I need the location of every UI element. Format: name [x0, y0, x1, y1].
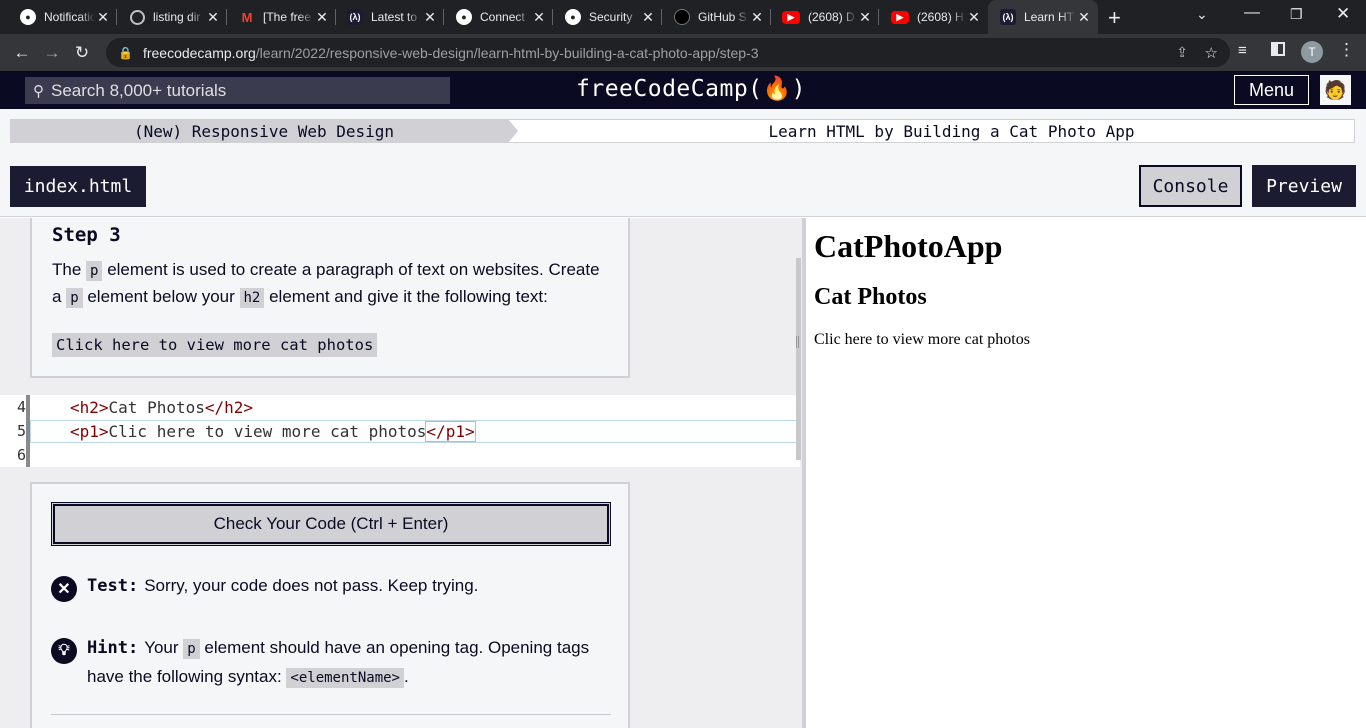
close-icon[interactable]: ✕: [966, 9, 982, 26]
browser-tab[interactable]: ● Notifications ✕: [0, 0, 117, 34]
preview-heading-2: Cat Photos: [814, 284, 927, 310]
file-tab-index-html[interactable]: index.html: [10, 166, 146, 207]
code-line-current[interactable]: <p1>Clic here to view more cat photos</p…: [70, 421, 476, 442]
share-icon[interactable]: ⇪: [1176, 44, 1188, 61]
fcc-logo[interactable]: freeCodeCamp(🔥): [576, 75, 806, 102]
step-description-line-2: a p element below your h2 element and gi…: [52, 287, 548, 308]
test-result: Test: Sorry, your code does not pass. Kee…: [87, 576, 479, 596]
tab-title: GitHub S: [698, 10, 747, 24]
tab-title: Learn HT: [1024, 10, 1075, 24]
url-path: /learn/2022/responsive-web-design/learn-…: [255, 44, 759, 61]
breadcrumb-superblock[interactable]: (New) Responsive Web Design: [10, 119, 518, 143]
line-number: 5: [16, 422, 26, 440]
breadcrumb-superblock-label: (New) Responsive Web Design: [133, 121, 395, 141]
breadcrumb-block-label: Learn HTML by Building a Cat Photo App: [768, 121, 1135, 141]
close-icon[interactable]: ✕: [95, 9, 111, 26]
editor-pane: Step 3 The p element is used to create a…: [0, 218, 802, 728]
line-number: 6: [16, 446, 26, 464]
tab-search-icon[interactable]: ⌄: [1196, 6, 1208, 23]
code-editor[interactable]: 4 5 6 <h2>Cat Photos</h2> <p1>Clic here …: [0, 395, 800, 467]
preview-button[interactable]: Preview: [1252, 165, 1356, 207]
fcc-navbar: ⚲ Search 8,000+ tutorials freeCodeCamp(🔥…: [0, 71, 1366, 109]
url-host: freecodecamp.org: [142, 44, 256, 61]
preview-paragraph: Clic here to view more cat photos: [814, 331, 1030, 348]
step-code-sample: Click here to view more cat photos: [52, 333, 378, 357]
browser-tab[interactable]: (λ) Latest to ✕: [327, 0, 444, 34]
tests-panel: Check Your Code (Ctrl + Enter) ✕ Test: So…: [30, 482, 630, 728]
lock-icon: 🔒: [118, 45, 133, 60]
back-icon[interactable]: ←: [7, 43, 37, 63]
browser-toolbar: ← → ↻ 🔒 freecodecamp.org/learn/2022/resp…: [0, 34, 1366, 71]
reload-icon[interactable]: ↻: [67, 43, 97, 63]
divider: [51, 714, 611, 715]
fail-x-icon: ✕: [51, 576, 77, 602]
line-number: 4: [16, 398, 26, 416]
browser-tab[interactable]: ▶ (2608) D ✕: [762, 0, 879, 34]
browser-tab[interactable]: GitHub S ✕: [654, 0, 771, 34]
menu-button[interactable]: Menu: [1234, 75, 1309, 105]
minimize-icon[interactable]: —: [1244, 4, 1260, 22]
browser-tab[interactable]: M [The free ✕: [219, 0, 336, 34]
lightbulb-icon: 💡︎: [51, 638, 77, 664]
new-tab-icon[interactable]: +: [1108, 5, 1121, 31]
tab-title: (2608) D: [808, 10, 855, 24]
breadcrumb-block[interactable]: Learn HTML by Building a Cat Photo App: [508, 119, 1355, 143]
youtube-icon: ▶: [891, 10, 909, 24]
github-dark-icon: [674, 9, 690, 25]
freecodecamp-icon: (λ): [1000, 9, 1016, 25]
bookmark-star-icon[interactable]: ☆: [1205, 44, 1218, 62]
window-close-icon[interactable]: ✕: [1336, 4, 1350, 24]
search-icon: ⚲: [33, 82, 44, 100]
preview-heading-1: CatPhotoApp: [814, 228, 1003, 264]
close-icon[interactable]: ✕: [1076, 9, 1092, 26]
tab-title: Notifications: [44, 10, 95, 24]
profile-avatar[interactable]: T: [1301, 41, 1323, 63]
address-bar[interactable]: 🔒 freecodecamp.org/learn/2022/responsive…: [106, 38, 1230, 67]
step-title: Step 3: [52, 224, 121, 246]
freecodecamp-icon: (λ): [347, 9, 363, 25]
tab-title: Connect: [480, 10, 525, 24]
tab-title: Security: [589, 10, 633, 24]
editor-tabs-row: index.html Console Preview: [0, 156, 1366, 217]
editor-scrollbar[interactable]: [796, 258, 801, 460]
browser-tab[interactable]: ● Connect ✕: [436, 0, 553, 34]
side-panel-icon[interactable]: [1271, 42, 1285, 56]
breadcrumb: Learn HTML by Building a Cat Photo App (…: [0, 109, 1366, 156]
browser-tab[interactable]: ▶ (2608) H ✕: [871, 0, 988, 34]
search-placeholder: Search 8,000+ tutorials: [51, 80, 227, 100]
restore-icon[interactable]: ❐: [1290, 6, 1303, 23]
user-avatar-icon[interactable]: 🧑: [1320, 75, 1351, 105]
tab-title: Latest to: [371, 10, 418, 24]
browser-tab-active[interactable]: (λ) Learn HT ✕: [988, 0, 1098, 34]
code-line[interactable]: <h2>Cat Photos</h2>: [70, 398, 253, 417]
splitter-grip[interactable]: [796, 336, 799, 348]
youtube-icon: ▶: [782, 10, 800, 24]
kebab-menu-icon[interactable]: ⋮: [1338, 40, 1355, 60]
preview-pane: CatPhotoApp Cat Photos Clic here to view…: [806, 218, 1366, 728]
browser-tab[interactable]: ● Security ✕: [545, 0, 662, 34]
hint-text: Hint: Your p element should have an openi…: [87, 638, 590, 688]
instructions-panel: Step 3 The p element is used to create a…: [30, 218, 630, 378]
step-description-line-1: The p element is used to create a paragr…: [52, 260, 600, 281]
gmail-icon: M: [241, 9, 253, 25]
check-code-button[interactable]: Check Your Code (Ctrl + Enter): [51, 502, 611, 546]
browser-tab[interactable]: listing dir ✕: [110, 0, 227, 34]
tab-title: listing dir: [153, 10, 201, 24]
globe-icon: [130, 9, 145, 25]
media-icon[interactable]: ≡: [1238, 42, 1247, 59]
console-button[interactable]: Console: [1139, 165, 1242, 207]
search-input[interactable]: ⚲ Search 8,000+ tutorials: [25, 77, 450, 104]
tab-title: (2608) H: [917, 10, 964, 24]
browser-tab-strip: ● Notifications ✕ listing dir ✕ M [The f…: [0, 0, 1366, 34]
github-icon: ●: [565, 9, 581, 25]
tab-title: [The free: [263, 10, 312, 24]
github-icon: ●: [20, 9, 36, 25]
github-icon: ●: [456, 9, 472, 25]
forward-icon[interactable]: →: [37, 43, 67, 63]
